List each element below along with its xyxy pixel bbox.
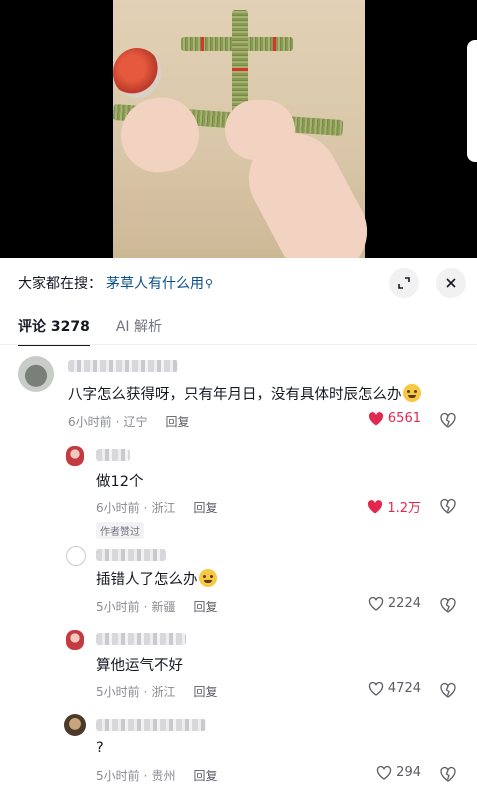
avatar[interactable] — [66, 446, 84, 466]
avatar[interactable] — [64, 714, 86, 736]
dislike-icon[interactable] — [439, 681, 457, 699]
like-button[interactable]: 294 — [376, 765, 421, 780]
search-icon: ⚲ — [205, 276, 214, 290]
comment-sheet: 大家都在搜： 茅草人有什么用 ⚲ 评论 3278 AI 解析 八字怎么获得呀，只… — [0, 258, 477, 800]
plate — [113, 48, 161, 98]
reply-button[interactable]: 回复 — [193, 685, 217, 699]
video-player[interactable] — [0, 0, 477, 258]
comment-tabs: 评论 3278 AI 解析 — [18, 316, 162, 346]
comment-meta: 6小时前 · 浙江 回复 — [96, 501, 218, 515]
username-blurred[interactable] — [96, 549, 166, 561]
red-tie — [232, 68, 248, 71]
search-query-link[interactable]: 茅草人有什么用 — [106, 273, 204, 293]
heart-outline-icon — [377, 765, 392, 780]
comment-meta: 5小时前 · 浙江 回复 — [96, 685, 218, 699]
like-count: 2224 — [387, 596, 421, 611]
avatar[interactable] — [66, 630, 84, 650]
expand-icon — [398, 277, 410, 289]
like-button[interactable]: 1.2万 — [367, 497, 421, 516]
dislike-icon[interactable] — [439, 765, 457, 783]
comment-text: 算他运气不好 — [96, 658, 183, 674]
avatar[interactable] — [18, 356, 54, 392]
author-liked-badge: 作者赞过 — [96, 522, 144, 539]
like-button[interactable]: 2224 — [368, 596, 421, 611]
username-blurred[interactable] — [96, 633, 186, 645]
side-panel-handle[interactable] — [467, 40, 477, 162]
heart-outline-icon — [368, 681, 384, 696]
search-prefix: 大家都在搜： — [18, 276, 102, 292]
laughing-crying-icon — [198, 569, 217, 587]
pleading-face-icon — [402, 384, 421, 402]
tab-ai-analysis[interactable]: AI 解析 — [116, 316, 162, 336]
tab-divider — [0, 344, 477, 345]
like-count: 1.2万 — [387, 501, 421, 516]
comment-meta: 6小时前 · 辽宁 回复 — [68, 415, 190, 429]
search-suggestion[interactable]: 大家都在搜： 茅草人有什么用 ⚲ — [18, 272, 213, 294]
avatar[interactable] — [66, 546, 86, 566]
dislike-icon[interactable] — [439, 497, 457, 515]
comment-meta: 5小时前 · 新疆 回复 — [96, 600, 218, 614]
close-icon — [446, 278, 456, 288]
comment-text: 做12个 — [96, 474, 144, 490]
like-count: 294 — [396, 765, 421, 780]
heart-filled-icon — [368, 499, 383, 513]
comment-meta: 5小时前 · 贵州 回复 — [96, 769, 218, 783]
comment-text: ? — [96, 740, 104, 756]
like-count: 4724 — [387, 681, 421, 696]
red-tie — [273, 37, 276, 51]
username-blurred[interactable] — [68, 360, 178, 372]
dislike-icon[interactable] — [439, 411, 457, 429]
heart-outline-icon — [368, 596, 384, 611]
username-blurred[interactable] — [96, 449, 130, 461]
reply-button[interactable]: 回复 — [165, 415, 189, 429]
dislike-icon[interactable] — [439, 596, 457, 614]
expand-button[interactable] — [389, 268, 419, 298]
tab-comments[interactable]: 评论 3278 — [18, 316, 90, 346]
reply-button[interactable]: 回复 — [193, 501, 217, 515]
reply-button[interactable]: 回复 — [193, 769, 217, 783]
heart-filled-icon — [368, 411, 383, 425]
red-tie — [201, 37, 204, 51]
like-count: 6561 — [387, 411, 421, 426]
comment-text: 八字怎么获得呀，只有年月日，没有具体时辰怎么办 — [68, 383, 421, 404]
video-frame — [112, 0, 383, 258]
reply-button[interactable]: 回复 — [193, 600, 217, 614]
username-blurred[interactable] — [96, 719, 206, 731]
comment-text: 插错人了怎么办 — [96, 568, 217, 589]
close-button[interactable] — [436, 268, 466, 298]
like-button[interactable]: 6561 — [368, 411, 421, 426]
like-button[interactable]: 4724 — [368, 681, 421, 696]
